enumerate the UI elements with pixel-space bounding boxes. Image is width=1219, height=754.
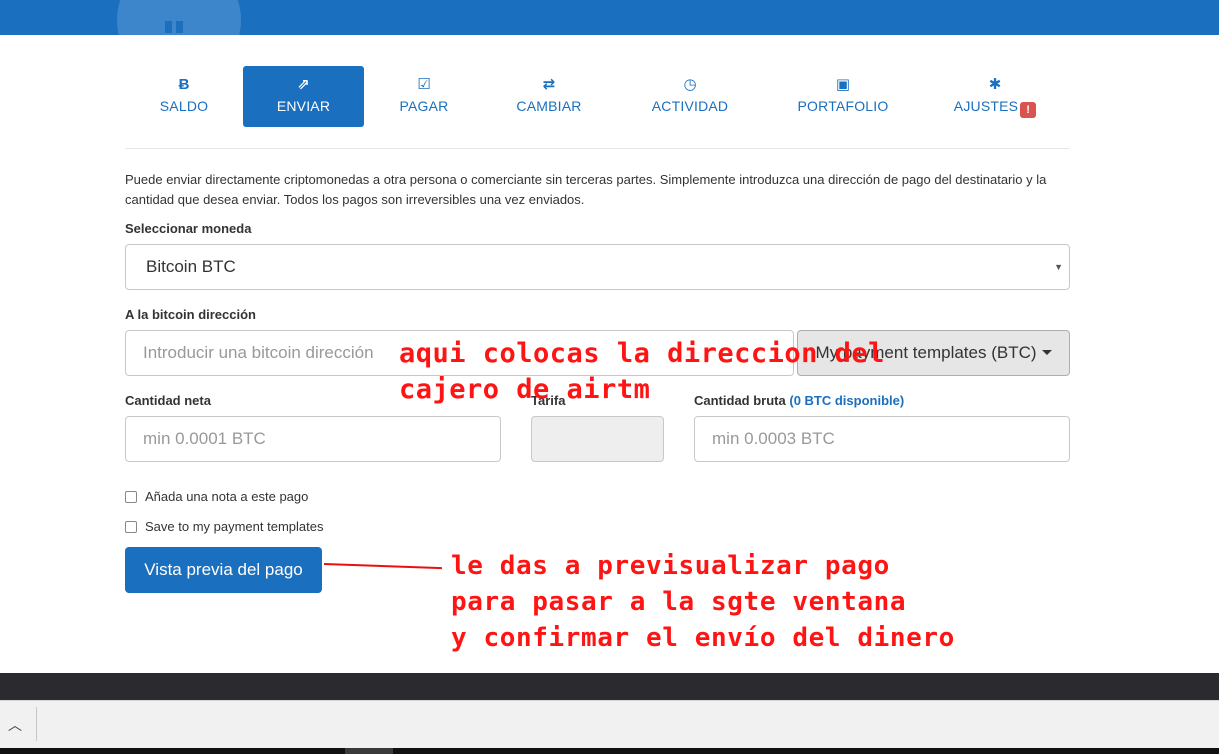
footer-band <box>0 673 1219 700</box>
tab-label: ACTIVIDAD <box>651 98 729 114</box>
send-icon: ⇗ <box>297 76 310 93</box>
tab-saldo[interactable]: Ƀ SALDO <box>125 66 243 127</box>
tab-label-text: AJUSTES <box>953 98 1019 114</box>
add-note-label: Añada una nota a este pago <box>145 489 309 504</box>
os-taskbar <box>0 748 1219 754</box>
check-square-icon: ☑ <box>417 76 431 93</box>
caret-down-icon <box>1041 350 1052 355</box>
save-template-checkbox[interactable] <box>125 521 137 533</box>
tab-ajustes[interactable]: ✱ AJUSTES! <box>920 66 1070 127</box>
alert-badge: ! <box>1020 102 1037 118</box>
logo-icon <box>165 20 187 33</box>
browser-download-bar: ︿ <box>0 700 1219 748</box>
briefcase-icon: ▣ <box>835 76 851 93</box>
tab-label: ENVIAR <box>276 98 331 114</box>
tab-enviar[interactable]: ⇗ ENVIAR <box>243 66 364 127</box>
address-annotation: aqui colocas la direccion del cajero de … <box>399 338 885 405</box>
preview-annotation: le das a previsualizar pago para pasar a… <box>451 551 955 653</box>
chevron-up-icon[interactable]: ︿ <box>8 715 22 735</box>
tab-label: CAMBIAR <box>516 98 582 114</box>
gross-amount-input[interactable]: min 0.0003 BTC <box>694 416 1070 462</box>
exchange-icon: ⇄ <box>542 76 556 93</box>
tab-label: AJUSTES! <box>920 96 1070 118</box>
main-nav-tabs: Ƀ SALDO ⇗ ENVIAR ☑ PAGAR ⇄ CAMBIAR ◷ ACT… <box>125 66 1070 127</box>
logo-avatar[interactable] <box>117 0 241 35</box>
tab-actividad[interactable]: ◷ ACTIVIDAD <box>614 66 766 127</box>
currency-select-value: Bitcoin BTC <box>146 257 236 276</box>
tab-label: PAGAR <box>399 98 449 114</box>
gear-icon: ✱ <box>988 76 1002 93</box>
tab-portafolio[interactable]: ▣ PORTAFOLIO <box>766 66 920 127</box>
tab-label: PORTAFOLIO <box>797 98 889 114</box>
net-amount-label: Cantidad neta <box>125 393 211 408</box>
clock-icon: ◷ <box>683 76 697 93</box>
tab-pagar[interactable]: ☑ PAGAR <box>364 66 484 127</box>
add-note-checkbox-row[interactable]: Añada una nota a este pago <box>125 489 308 505</box>
save-template-label: Save to my payment templates <box>145 519 324 534</box>
send-description: Puede enviar directamente criptomonedas … <box>125 172 1047 207</box>
tabs-divider <box>125 148 1070 149</box>
currency-label: Seleccionar moneda <box>125 221 252 236</box>
tab-cambiar[interactable]: ⇄ CAMBIAR <box>484 66 614 127</box>
top-header-bar <box>0 0 1219 35</box>
taskbar-active-app[interactable] <box>345 748 393 754</box>
download-bar-separator <box>36 707 37 741</box>
add-note-checkbox[interactable] <box>125 491 137 503</box>
annotation-arrow-line <box>323 563 442 570</box>
tab-label: SALDO <box>159 98 209 114</box>
preview-payment-button[interactable]: Vista previa del pago <box>125 547 322 593</box>
fee-input <box>531 416 664 462</box>
address-label: A la bitcoin dirección <box>125 307 256 322</box>
bitcoin-icon: Ƀ <box>178 76 190 93</box>
caret-down-icon: ▼ <box>1054 262 1063 272</box>
save-template-checkbox-row[interactable]: Save to my payment templates <box>125 519 323 535</box>
net-amount-input[interactable]: min 0.0001 BTC <box>125 416 501 462</box>
currency-select[interactable]: Bitcoin BTC ▼ <box>125 244 1070 290</box>
